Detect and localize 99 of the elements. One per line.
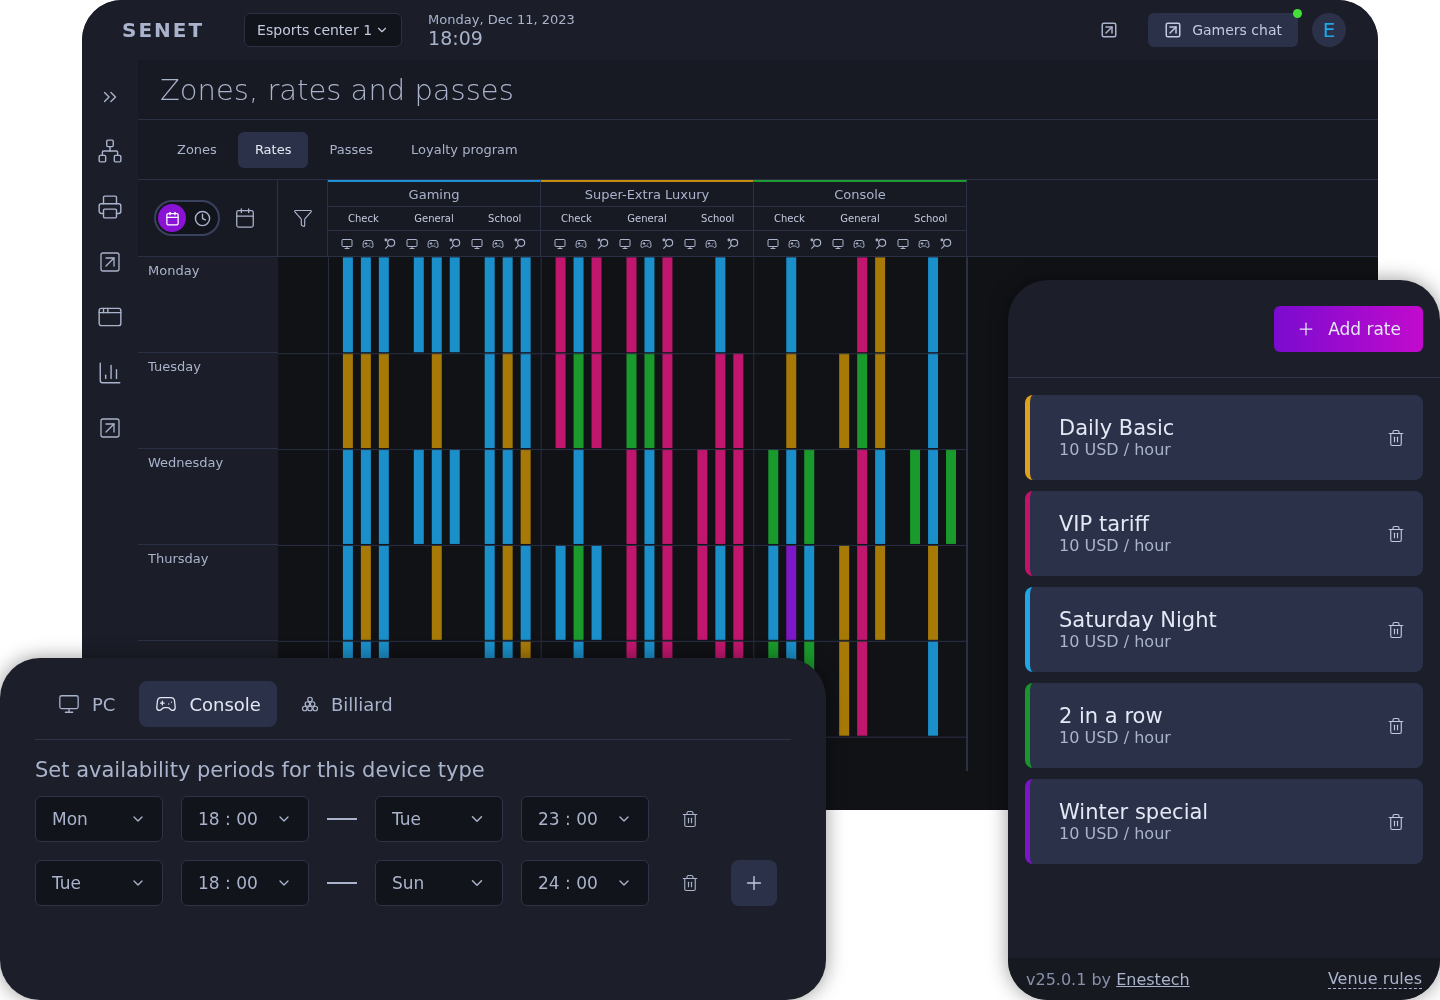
trash-icon [681,810,699,828]
device-tab[interactable]: Billiard [284,681,409,727]
rate-title: Saturday Night [1059,608,1217,632]
zone-name: Super-Extra Luxury [541,182,753,207]
rate-price: 10 USD / hour [1059,440,1172,459]
time-select[interactable]: 18 : 00 [181,860,309,906]
tab[interactable]: Passes [312,131,390,168]
rate-name: School [487,212,523,226]
device-tab[interactable]: Console [139,681,277,727]
monitor-icon [897,237,910,250]
zone-name: Console [754,182,966,207]
monitor-icon [618,237,631,250]
bar-chart-icon[interactable] [97,360,123,386]
monitor-icon [553,237,566,250]
day-select[interactable]: Tue [35,860,163,906]
rate-name: School [913,212,949,226]
day-select[interactable]: Tue [375,796,503,842]
venue-rules-link[interactable]: Venue rules [1327,969,1422,989]
rate-price: 10 USD / hour [1059,728,1171,747]
tab[interactable]: Zones [160,131,234,168]
time-select[interactable]: 18 : 00 [181,796,309,842]
date-text: Monday, Dec 11, 2023 [428,11,575,27]
time-select[interactable]: 24 : 00 [521,860,649,906]
delete-icon[interactable] [1387,524,1405,543]
rate-name: Check [559,212,593,226]
tab[interactable]: Loyalty program [394,131,535,168]
monitor-icon [340,237,353,250]
gamepad-icon [918,237,931,250]
rate-card[interactable]: VIP tariff 10 USD / hour [1025,491,1423,576]
rate-price: 10 USD / hour [1059,536,1171,555]
rate-name: General [413,212,455,226]
time-select[interactable]: 23 : 00 [521,796,649,842]
paddle-icon [513,236,528,251]
day-select[interactable]: Mon [35,796,163,842]
monitor-icon [684,237,697,250]
time-text: 18:09 [428,26,484,49]
monitor-icon [58,693,80,715]
logo: SENET [122,18,205,42]
view-toggle[interactable] [154,200,220,236]
rate-title: 2 in a row [1059,704,1164,728]
paddle-icon [874,236,889,251]
gamepad-icon [574,237,587,250]
dash [327,818,357,820]
dash [327,882,357,884]
rate-title: Daily Basic [1059,416,1175,440]
gamepad-icon [853,237,865,250]
calendar-icon[interactable] [234,207,256,229]
rate-title: VIP tariff [1059,512,1151,536]
user-avatar[interactable]: E [1312,13,1346,47]
paddle-icon [382,236,397,251]
delete-icon[interactable] [1387,812,1405,831]
paddle-icon [726,236,741,251]
network-icon[interactable] [97,138,123,164]
rate-card[interactable]: Daily Basic 10 USD / hour [1025,395,1423,480]
rate-name: Check [346,212,380,226]
add-period-button[interactable] [731,860,777,906]
rate-name: General [626,212,668,226]
monitor-icon [766,237,779,250]
billiard-balls-icon [300,695,319,713]
paddle-icon [661,236,676,251]
paddle-icon [448,236,463,251]
paddle-icon [808,236,823,251]
trash-icon [681,874,699,892]
delete-icon[interactable] [1387,620,1405,639]
delete-icon[interactable] [1387,716,1405,735]
paddle-icon [939,236,954,251]
filter-icon[interactable] [292,208,313,228]
rate-price: 10 USD / hour [1059,824,1172,843]
device-tab[interactable]: PC [42,681,132,727]
delete-icon[interactable] [1387,428,1405,447]
venue-select[interactable]: Esports center 1 [244,13,403,47]
gamepad-icon [640,237,652,250]
zone-name: Gaming [328,182,540,207]
panel-heading: Set availability periods for this device type [35,758,486,782]
gamepad-icon [361,237,374,250]
tab[interactable]: Rates [237,131,309,168]
register-icon[interactable] [97,194,123,220]
rate-name: Check [772,212,806,226]
version-credit: v25.0.1 by Enestech [1026,969,1190,989]
gamepad-icon [705,237,718,250]
monitor-icon [405,237,418,250]
day-select[interactable]: Sun [375,860,503,906]
rate-title: Winter special [1059,800,1209,824]
gamepad-icon [787,237,800,250]
rate-name: General [839,212,881,226]
add-rate-button[interactable]: Add rate [1274,305,1423,352]
author-link[interactable]: Enestech [1116,969,1190,989]
rate-name: School [700,212,736,226]
paddle-icon [595,236,610,251]
page-title: Zones, rates and passes [138,60,1378,120]
monitor-icon [471,237,484,250]
rate-card[interactable]: 2 in a row 10 USD / hour [1025,683,1423,768]
rate-card[interactable]: Winter special 10 USD / hour [1025,779,1423,864]
rate-price: 10 USD / hour [1059,632,1172,651]
calendar-icon[interactable] [158,204,186,232]
rate-card[interactable]: Saturday Night 10 USD / hour [1025,587,1423,672]
monitor-icon [831,237,844,250]
gamepad-icon [427,237,439,250]
gamepad-icon [492,237,505,250]
